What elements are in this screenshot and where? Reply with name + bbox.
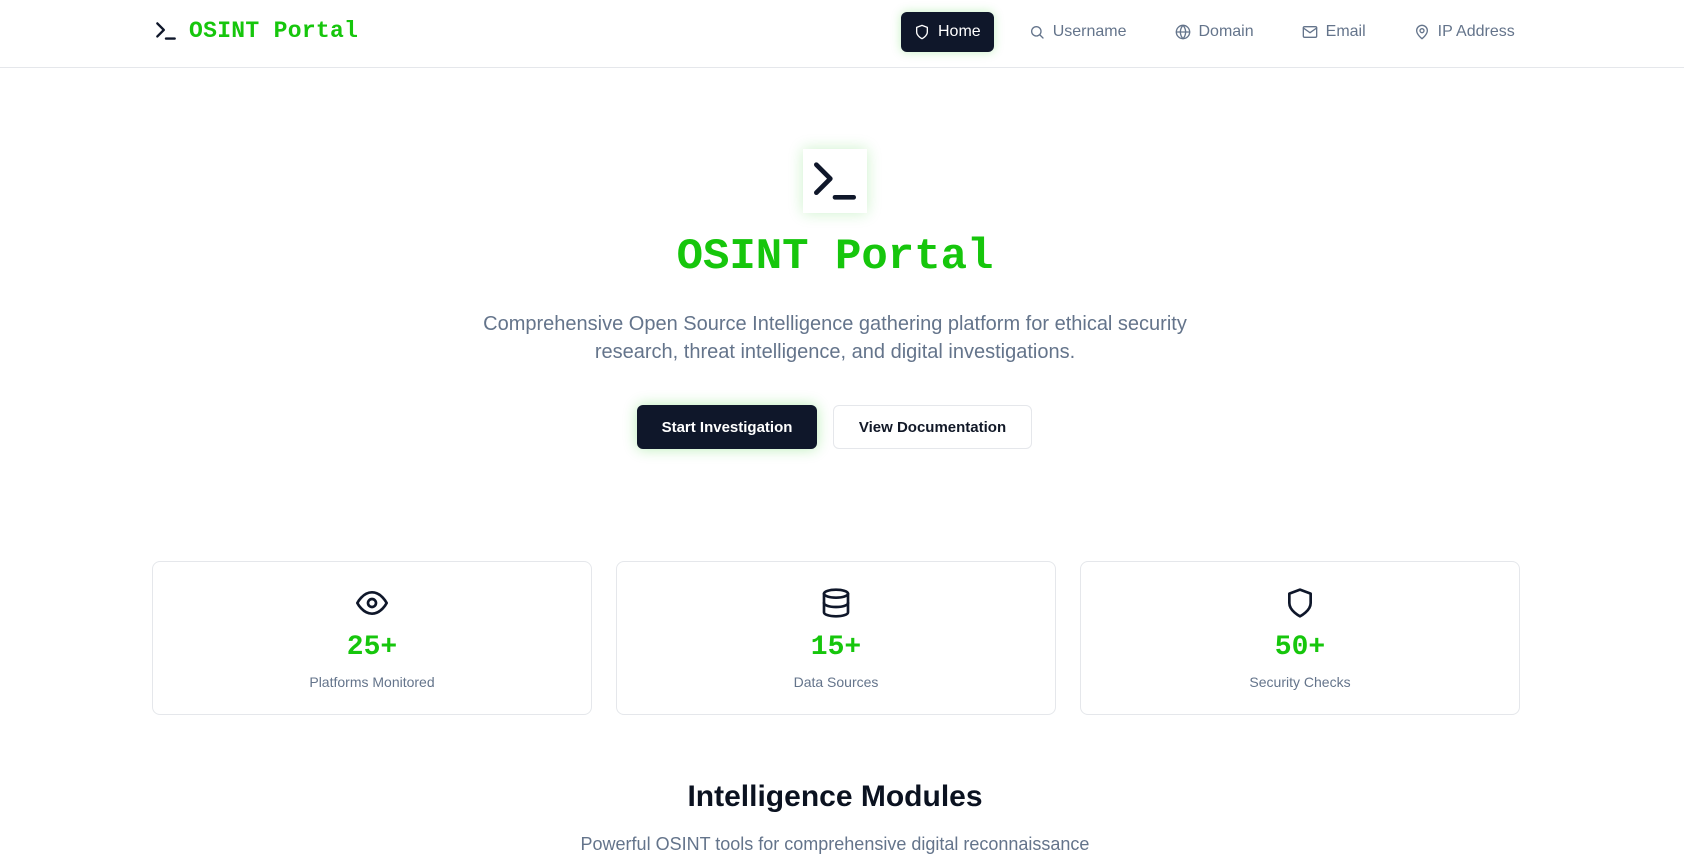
shield-icon [916,24,928,40]
stat-label: Data Sources [793,674,879,690]
terminal-icon [814,162,856,200]
eye-icon [356,591,388,615]
view-documentation-button[interactable]: View Documentation [833,405,1032,449]
globe-icon [1175,24,1190,40]
start-investigation-button[interactable]: Start Investigation [637,405,817,449]
hero-subtitle: Comprehensive Open Source Intelligence g… [470,310,1200,366]
brand-name: OSINT Portal [189,18,359,44]
stat-card-security-checks: 50+ Security Checks [1080,561,1520,715]
shield-icon [1288,588,1312,618]
hero-subtitle-line-2: research, threat intelligence, and digit… [594,341,1076,363]
brand-logo-link[interactable]: OSINT Portal [153,17,358,45]
modules-title: Intelligence Modules [687,780,983,813]
nav-item-ip-address[interactable]: IP Address [1401,12,1528,52]
stat-label: Platforms Monitored [309,674,435,690]
mail-icon [1302,26,1317,38]
nav-item-label: Domain [1198,23,1254,40]
nav-item-label: Username [1052,23,1127,40]
stat-card-platforms: 25+ Platforms Monitored [152,561,592,715]
nav-item-label: Home [938,23,981,40]
database-icon [822,588,850,618]
nav-item-label: Email [1325,23,1366,40]
nav-item-domain[interactable]: Domain [1162,12,1267,52]
top-navbar: OSINT Portal Home Username Domain Email … [0,0,1684,68]
nav-item-label: IP Address [1437,23,1515,40]
nav-item-home[interactable]: Home [901,12,994,52]
terminal-icon [156,22,176,40]
modules-subtitle: Powerful OSINT tools for comprehensive d… [580,834,1090,854]
main-nav: Home Username Domain Email IP Address [901,12,1550,52]
hero-logo [803,149,867,213]
stat-value: 50+ [1274,632,1326,663]
hero-subtitle-line-1: Comprehensive Open Source Intelligence g… [483,313,1187,335]
nav-item-username[interactable]: Username [1016,12,1140,52]
stat-value: 15+ [810,632,862,663]
hero-title: OSINT Portal [676,232,994,282]
stat-value: 25+ [346,632,398,663]
map-pin-icon [1415,24,1428,40]
stat-card-data-sources: 15+ Data Sources [616,561,1056,715]
stat-label: Security Checks [1249,674,1351,690]
nav-item-email[interactable]: Email [1289,12,1379,52]
search-icon [1030,26,1044,39]
